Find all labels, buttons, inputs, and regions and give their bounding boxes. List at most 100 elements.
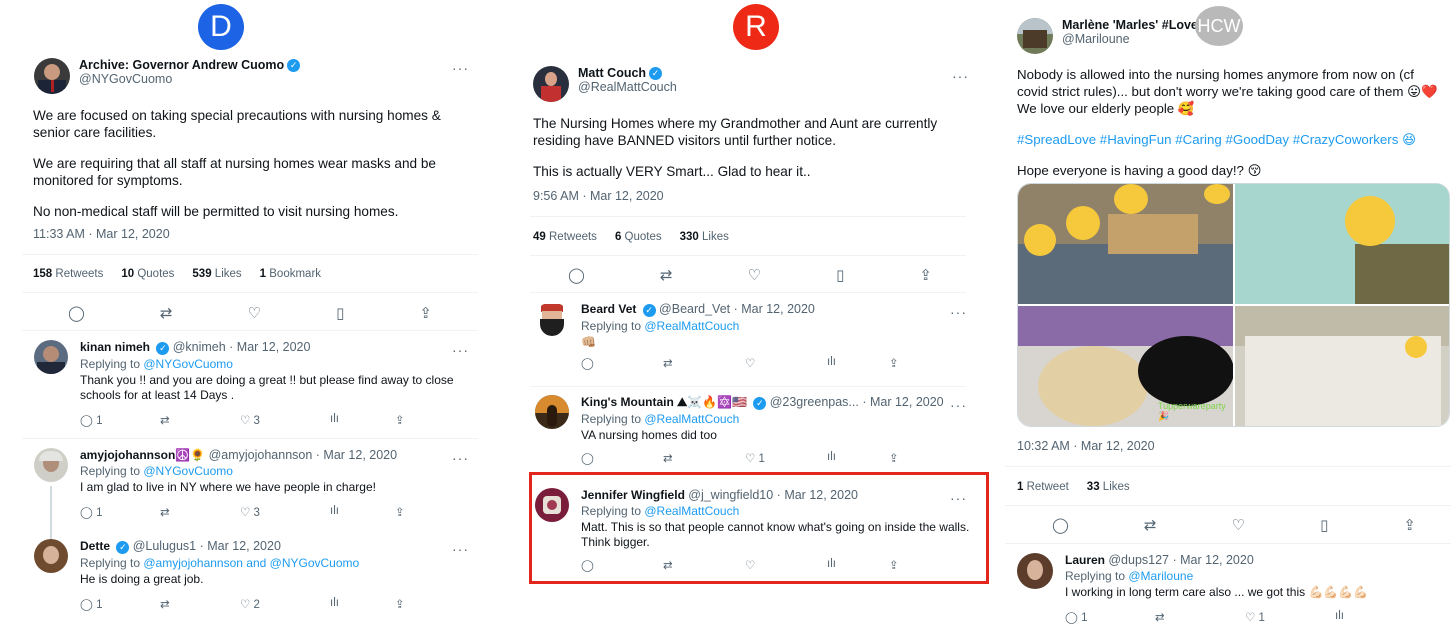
author-handle[interactable]: @NYGovCuomo (79, 72, 300, 86)
bookmark-icon[interactable]: ▯ (336, 304, 344, 322)
reply-tweet[interactable]: King's Mountain ⛰☠️🔥🔯🇺🇸 ✓ @23greenpas...… (535, 395, 975, 465)
like-icon[interactable]: ♡ (745, 451, 755, 465)
like-icon[interactable]: ♡ (745, 356, 827, 370)
retweet-icon[interactable]: ⇄ (160, 597, 240, 611)
mention-link[interactable]: @NYGovCuomo (143, 357, 233, 371)
avatar[interactable] (1017, 553, 1053, 589)
tweet-timestamp[interactable]: 10:32 AM · Mar 12, 2020 (1017, 439, 1155, 453)
retweets-stat[interactable]: 158 Retweets (33, 268, 103, 280)
likes-stat[interactable]: 33 Likes (1087, 481, 1130, 493)
quotes-stat[interactable]: 6 Quotes (615, 231, 662, 243)
reply-icon[interactable]: ◯ (68, 304, 85, 322)
reply-icon[interactable]: ◯ (80, 413, 93, 427)
mention-link[interactable]: @NYGovCuomo (143, 464, 233, 478)
avatar[interactable] (535, 395, 569, 429)
hashtags[interactable]: #SpreadLove #HavingFun #Caring #GoodDay … (1017, 131, 1442, 148)
photo-1[interactable] (1018, 184, 1233, 304)
more-options-icon[interactable]: ··· (452, 450, 469, 466)
like-icon[interactable]: ♡ (1245, 610, 1255, 624)
like-icon[interactable]: ♡ (240, 413, 250, 427)
more-options-icon[interactable]: ··· (452, 60, 469, 76)
reply-handle[interactable]: @Beard_Vet · Mar 12, 2020 (659, 302, 815, 316)
reply-icon[interactable]: ◯ (568, 266, 585, 284)
views-icon[interactable]: ılı (330, 413, 395, 427)
reply-icon[interactable]: ◯ (581, 356, 663, 370)
share-icon[interactable]: ⇪ (395, 597, 405, 611)
views-icon[interactable]: ılı (330, 505, 395, 519)
author-name[interactable]: Marlène 'Marles' #LoveM (1062, 18, 1208, 32)
more-options-icon[interactable]: ··· (452, 541, 469, 557)
reply-tweet[interactable]: amyjojohannson☮️🌻 @amyjojohannson · Mar … (34, 448, 474, 519)
reply-icon[interactable]: ◯ (80, 597, 93, 611)
share-icon[interactable]: ⇪ (919, 266, 932, 284)
reply-author-name[interactable]: amyjojohannson☮️🌻 (80, 448, 205, 462)
reply-handle[interactable]: @dups127 · Mar 12, 2020 (1108, 553, 1253, 567)
reply-handle[interactable]: @amyjojohannson · Mar 12, 2020 (209, 448, 398, 462)
retweet-icon[interactable]: ⇄ (160, 505, 240, 519)
avatar[interactable] (535, 302, 569, 336)
reply-icon[interactable]: ◯ (1052, 516, 1069, 534)
mention-link[interactable]: @RealMattCouch (644, 412, 739, 426)
like-icon[interactable]: ♡ (1232, 516, 1245, 534)
photo-2[interactable] (1234, 184, 1449, 304)
retweet-icon[interactable]: ⇄ (663, 356, 745, 370)
share-icon[interactable]: ⇪ (1403, 516, 1416, 534)
avatar[interactable] (34, 539, 68, 573)
bookmarks-stat[interactable]: 1 Bookmark (260, 268, 321, 280)
retweets-stat[interactable]: 49 Retweets (533, 231, 597, 243)
reply-author-name[interactable]: kinan nimeh (80, 340, 150, 354)
author-handle[interactable]: @RealMattCouch (578, 80, 677, 94)
avatar[interactable] (34, 340, 68, 374)
views-icon[interactable]: ılı (827, 451, 889, 465)
retweet-icon[interactable]: ⇄ (660, 266, 673, 284)
retweet-icon[interactable]: ⇄ (160, 304, 173, 322)
retweet-icon[interactable]: ⇄ (1155, 610, 1245, 624)
reply-author-name[interactable]: Lauren (1065, 553, 1105, 567)
reply-icon[interactable]: ◯ (80, 505, 93, 519)
reply-handle[interactable]: @23greenpas... · Mar 12, 2020 (770, 395, 944, 409)
retweet-icon[interactable]: ⇄ (663, 451, 745, 465)
photo-grid[interactable]: Tupperwareparty 🎉 (1017, 183, 1450, 427)
author-name[interactable]: Archive: Governor Andrew Cuomo (79, 58, 284, 72)
like-icon[interactable]: ♡ (748, 266, 761, 284)
avatar[interactable] (34, 58, 70, 94)
more-options-icon[interactable]: ··· (952, 68, 969, 84)
views-icon[interactable]: ılı (330, 597, 395, 611)
reply-handle[interactable]: @Lulugus1 · Mar 12, 2020 (133, 539, 281, 553)
share-icon[interactable]: ⇪ (395, 413, 405, 427)
reply-author-name[interactable]: King's Mountain ⛰☠️🔥🔯🇺🇸 (581, 395, 747, 409)
more-options-icon[interactable]: ··· (950, 304, 967, 320)
avatar[interactable] (1017, 18, 1053, 54)
reply-author-name[interactable]: Dette (80, 539, 110, 553)
mention-link[interactable]: @amyjojohannson and @NYGovCuomo (143, 556, 359, 570)
retweet-icon[interactable]: ⇄ (160, 413, 240, 427)
reply-icon[interactable]: ◯ (581, 451, 663, 465)
author-name[interactable]: Matt Couch (578, 66, 646, 80)
avatar[interactable] (34, 448, 68, 482)
more-options-icon[interactable]: ··· (452, 342, 469, 358)
reply-handle[interactable]: @knimeh · Mar 12, 2020 (173, 340, 311, 354)
photo-3[interactable]: Tupperwareparty 🎉 (1018, 306, 1233, 426)
mention-link[interactable]: @Mariloune (1128, 569, 1193, 583)
likes-stat[interactable]: 539 Likes (192, 268, 241, 280)
reply-tweet[interactable]: Dette ✓ @Lulugus1 · Mar 12, 2020 Replyin… (34, 539, 474, 611)
like-icon[interactable]: ♡ (248, 304, 261, 322)
reply-tweet[interactable]: kinan nimeh ✓ @knimeh · Mar 12, 2020 Rep… (34, 340, 474, 427)
share-icon[interactable]: ⇪ (889, 451, 899, 465)
avatar[interactable] (533, 66, 569, 102)
reply-tweet[interactable]: Beard Vet ✓ @Beard_Vet · Mar 12, 2020 Re… (535, 302, 975, 370)
reply-author-name[interactable]: Beard Vet (581, 302, 636, 316)
quotes-stat[interactable]: 10 Quotes (121, 268, 174, 280)
share-icon[interactable]: ⇪ (889, 356, 899, 370)
tweet-timestamp[interactable]: 11:33 AM · Mar 12, 2020 (33, 227, 170, 241)
retweet-icon[interactable]: ⇄ (1144, 516, 1157, 534)
like-icon[interactable]: ♡ (240, 505, 250, 519)
like-icon[interactable]: ♡ (240, 597, 250, 611)
more-options-icon[interactable]: ··· (950, 397, 967, 413)
bookmark-icon[interactable]: ▯ (1320, 516, 1328, 534)
reply-icon[interactable]: ◯ (1065, 610, 1078, 624)
views-icon[interactable]: ılı (1335, 610, 1344, 624)
retweets-stat[interactable]: 1 Retweet (1017, 481, 1069, 493)
share-icon[interactable]: ⇪ (419, 304, 432, 322)
author-handle[interactable]: @Mariloune (1062, 32, 1208, 46)
